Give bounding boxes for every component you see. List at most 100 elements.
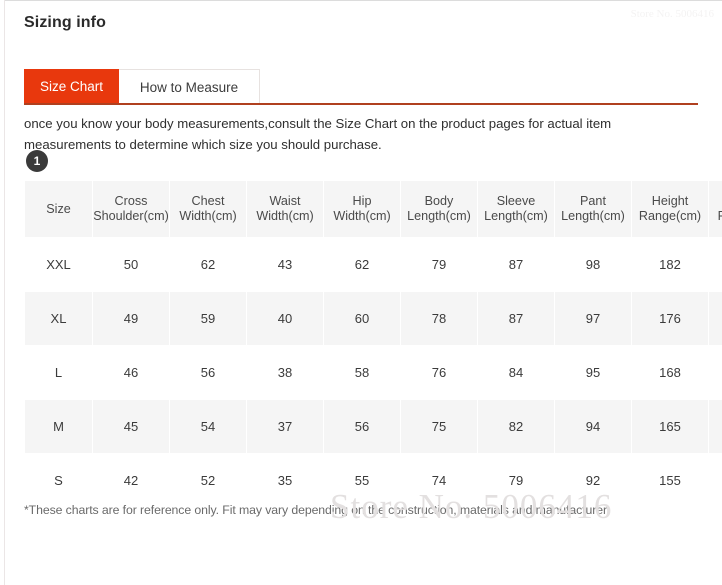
tab-how-to-measure[interactable]: How to Measure	[119, 69, 260, 104]
header-line-top: Chest	[191, 194, 225, 208]
table-cell: 72	[709, 292, 722, 345]
table-cell: 98	[555, 238, 631, 291]
table-cell: 87	[478, 292, 554, 345]
tab-size-chart-label: Size Chart	[39, 79, 104, 94]
table-header-cell: Hip Width(cm)	[324, 181, 400, 237]
header-line-top: Hip	[352, 194, 372, 208]
table-cell: 43	[247, 238, 323, 291]
table-header-cell: Body Length(cm)	[401, 181, 477, 237]
table-row: M4554375675829416552	[25, 400, 722, 453]
table-cell: 79	[478, 454, 554, 507]
table-row: XXL5062436279879818282	[25, 238, 722, 291]
header-line-bottom: Width(cm)	[256, 209, 314, 223]
table-cell: 92	[555, 454, 631, 507]
table-header-cell: Height Range(cm)	[632, 181, 708, 237]
tab-underline-rule	[24, 103, 698, 105]
table-cell: 176	[632, 292, 708, 345]
table-cell: 165	[632, 400, 708, 453]
header-line-bottom: Range(kg)	[709, 209, 722, 224]
table-cell: 59	[170, 292, 246, 345]
step-badge-1: 1	[26, 150, 48, 172]
header-line-top: Cross	[114, 194, 148, 208]
header-line-top: Height	[651, 194, 689, 208]
table-cell: 46	[93, 346, 169, 399]
table-cell: 168	[632, 346, 708, 399]
header-line-top: Weight	[709, 194, 722, 209]
table-header-cell: Chest Width(cm)	[170, 181, 246, 237]
header-line-bottom: Width(cm)	[333, 209, 391, 223]
table-cell: 95	[555, 346, 631, 399]
table-cell: 37	[247, 400, 323, 453]
table-cell-size: XXL	[25, 238, 92, 291]
table-cell: 182	[632, 238, 708, 291]
header-line-bottom: Size	[46, 201, 71, 216]
tab-how-to-measure-label: How to Measure	[139, 79, 239, 95]
content-area: Sizing info Size Chart How to Measure on…	[24, 0, 722, 585]
table-cell: 84	[478, 346, 554, 399]
table-cell-size: S	[25, 454, 92, 507]
table-cell: 94	[555, 400, 631, 453]
header-line-bottom: Length(cm)	[561, 209, 625, 223]
table-cell-size: M	[25, 400, 92, 453]
header-line-bottom: Width(cm)	[179, 209, 237, 223]
header-line-bottom: Length(cm)	[484, 209, 548, 223]
header-line-bottom: Length(cm)	[407, 209, 471, 223]
table-cell: 38	[247, 346, 323, 399]
table-cell-size: L	[25, 346, 92, 399]
tab-size-chart[interactable]: Size Chart	[24, 69, 119, 104]
table-cell: 56	[170, 346, 246, 399]
table-cell: 52	[709, 400, 722, 453]
table-cell: 35	[247, 454, 323, 507]
table-cell: 49	[93, 292, 169, 345]
sizing-info-page: Sizing info Size Chart How to Measure on…	[0, 0, 722, 585]
page-left-border	[0, 0, 5, 585]
intro-paragraph: once you know your body measurements,con…	[24, 116, 612, 152]
header-line-top: Body	[424, 194, 454, 208]
table-cell: 54	[170, 400, 246, 453]
table-row: L4656385876849516862	[25, 346, 722, 399]
table-cell: 42	[93, 454, 169, 507]
table-header-cell: WeightRange(kg)	[709, 181, 722, 237]
table-cell: 97	[555, 292, 631, 345]
table-cell: 45	[709, 454, 722, 507]
table-cell: 87	[478, 238, 554, 291]
table-row: S4252355574799215545	[25, 454, 722, 507]
table-cell: 82	[478, 400, 554, 453]
table-cell: 52	[170, 454, 246, 507]
header-line-bottom: Shoulder(cm)	[93, 209, 169, 223]
table-header-cell: Waist Width(cm)	[247, 181, 323, 237]
table-cell: 45	[93, 400, 169, 453]
size-chart-table-container: Size Cross Shoulder(cm) Chest Width(cm) Waist…	[24, 180, 722, 508]
table-header-cell: Pant Length(cm)	[555, 181, 631, 237]
footnote-text: *These charts are for reference only. Fi…	[24, 503, 610, 517]
table-cell: 76	[401, 346, 477, 399]
size-chart-table: Size Cross Shoulder(cm) Chest Width(cm) Waist…	[24, 180, 722, 508]
table-header-cell: Size	[25, 181, 92, 237]
table-cell: 155	[632, 454, 708, 507]
table-head: Size Cross Shoulder(cm) Chest Width(cm) Waist…	[25, 181, 722, 237]
table-header-cell: Sleeve Length(cm)	[478, 181, 554, 237]
table-body: XXL5062436279879818282XL4959406078879717…	[25, 238, 722, 507]
table-row: XL4959406078879717672	[25, 292, 722, 345]
table-cell: 82	[709, 238, 722, 291]
table-header-row: Size Cross Shoulder(cm) Chest Width(cm) Waist…	[25, 181, 722, 237]
table-cell: 56	[324, 400, 400, 453]
page-title: Sizing info	[24, 14, 106, 31]
header-line-top: Sleeve	[496, 194, 536, 208]
table-cell: 62	[709, 346, 722, 399]
table-cell: 55	[324, 454, 400, 507]
header-line-top: Waist	[269, 194, 301, 208]
table-cell: 60	[324, 292, 400, 345]
table-cell: 75	[401, 400, 477, 453]
table-cell: 40	[247, 292, 323, 345]
table-cell: 74	[401, 454, 477, 507]
header-line-top: Pant	[580, 194, 606, 208]
header-line-bottom: Range(cm)	[638, 209, 702, 223]
table-cell: 58	[324, 346, 400, 399]
table-cell: 78	[401, 292, 477, 345]
tab-bar: Size Chart How to Measure	[24, 69, 260, 104]
table-cell: 62	[170, 238, 246, 291]
table-cell-size: XL	[25, 292, 92, 345]
table-cell: 79	[401, 238, 477, 291]
table-cell: 50	[93, 238, 169, 291]
